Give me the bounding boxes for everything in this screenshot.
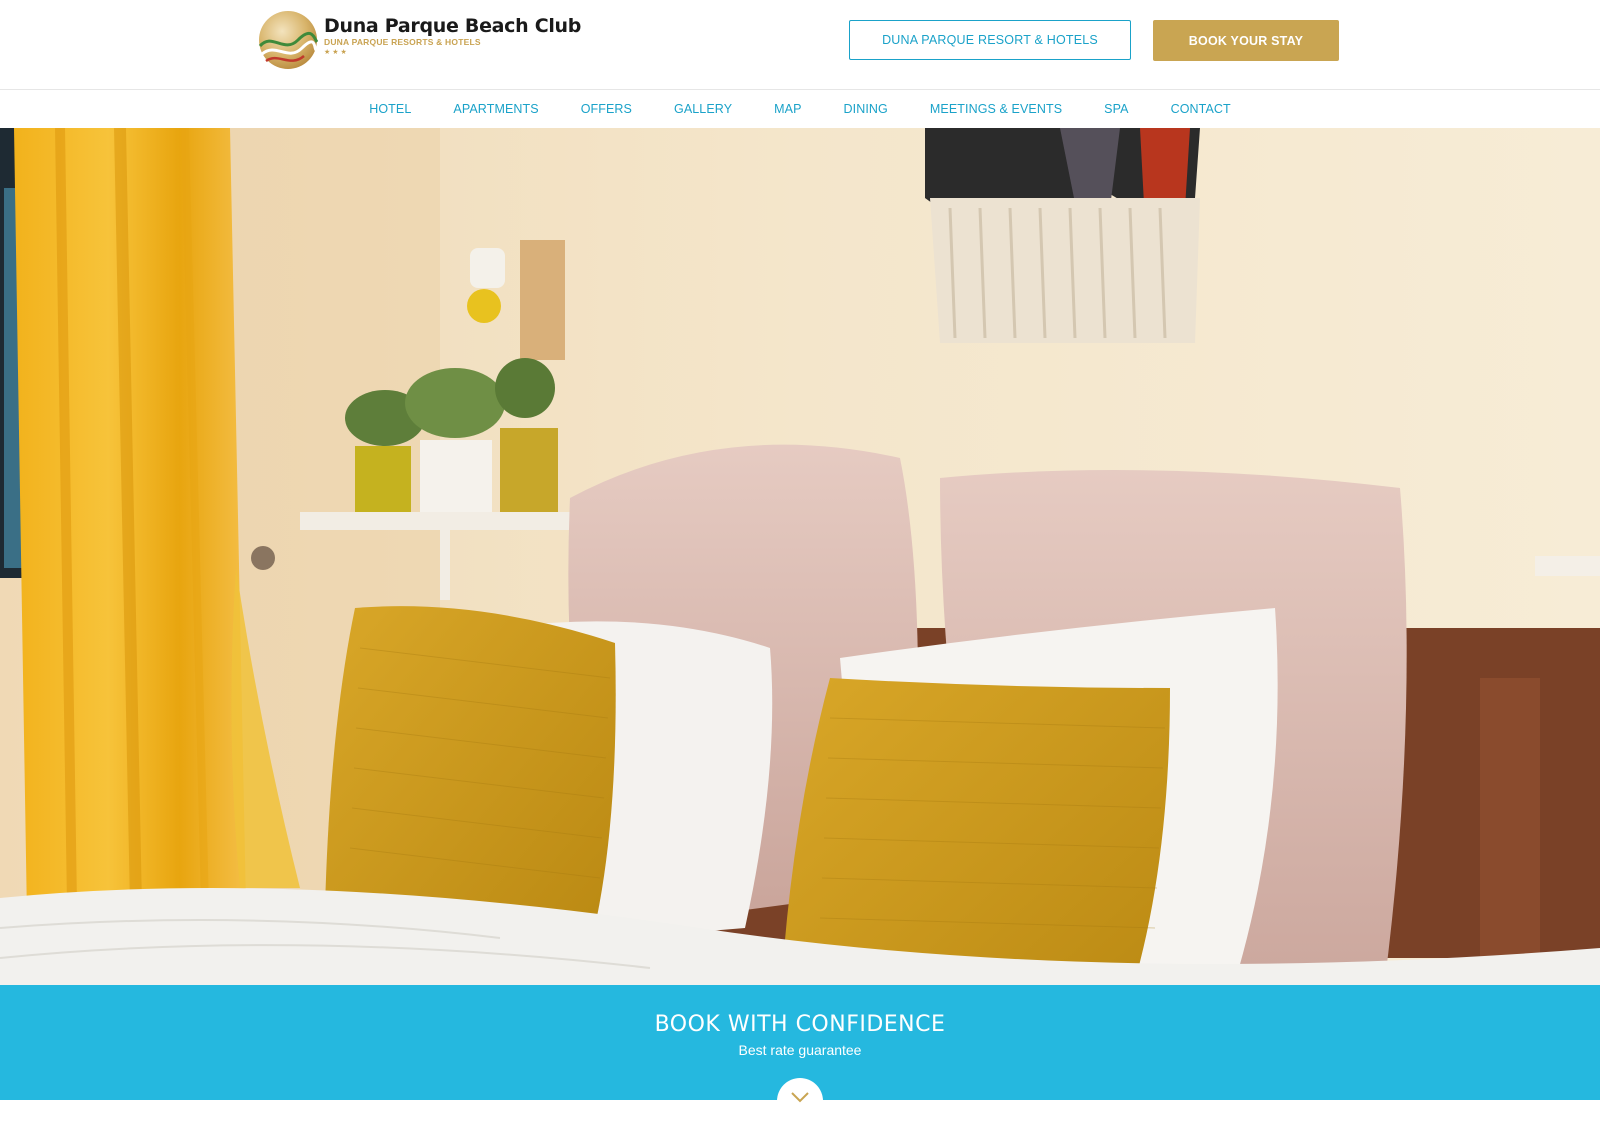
- booking-banner: BOOK WITH CONFIDENCE Best rate guarantee: [0, 985, 1600, 1124]
- nav-item-hotel[interactable]: HOTEL: [369, 102, 411, 116]
- brand-title: Duna Parque Beach Club: [324, 14, 582, 37]
- site-header: Duna Parque Beach Club DUNA PARQUE RESOR…: [0, 0, 1600, 90]
- hero-image: [0, 128, 1600, 1100]
- logo-mark-icon: [258, 11, 318, 69]
- brand-stars: ★★★: [324, 48, 349, 56]
- group-resorts-button[interactable]: DUNA PARQUE RESORT & HOTELS: [849, 20, 1131, 60]
- nav-item-apartments[interactable]: APARTMENTS: [453, 102, 538, 116]
- scroll-down-button[interactable]: [777, 1078, 823, 1124]
- brand-subtitle: DUNA PARQUE RESORTS & HOTELS: [324, 36, 481, 47]
- banner-title: BOOK WITH CONFIDENCE: [654, 1012, 946, 1037]
- banner-subtitle: Best rate guarantee: [738, 1042, 862, 1058]
- nav-item-contact[interactable]: CONTACT: [1171, 102, 1231, 116]
- nav-item-spa[interactable]: SPA: [1104, 102, 1128, 116]
- nav-item-offers[interactable]: OFFERS: [581, 102, 632, 116]
- main-nav: HOTEL APARTMENTS OFFERS GALLERY MAP DINI…: [0, 90, 1600, 128]
- nav-item-dining[interactable]: DINING: [844, 102, 888, 116]
- nav-item-meetings-events[interactable]: MEETINGS & EVENTS: [930, 102, 1062, 116]
- bedroom-illustration: [0, 128, 1600, 1100]
- nav-item-map[interactable]: MAP: [774, 102, 801, 116]
- brand-logo[interactable]: Duna Parque Beach Club DUNA PARQUE RESOR…: [258, 10, 581, 70]
- book-your-stay-button[interactable]: BOOK YOUR STAY: [1153, 20, 1339, 61]
- chevron-down-icon: [791, 1092, 809, 1103]
- nav-item-gallery[interactable]: GALLERY: [674, 102, 732, 116]
